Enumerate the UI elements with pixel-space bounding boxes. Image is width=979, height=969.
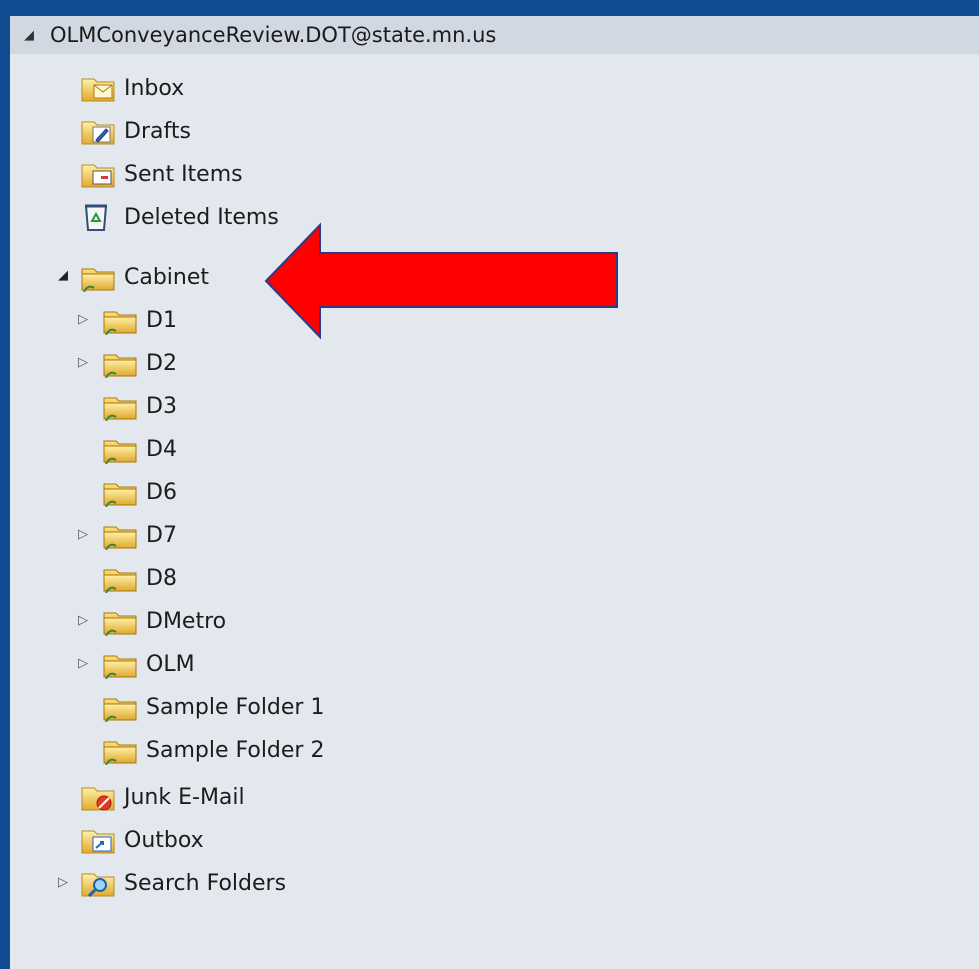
shared-folder-icon (103, 354, 137, 378)
shared-folder-icon (81, 268, 115, 292)
expand-triangle-icon[interactable]: ▷ (76, 355, 90, 370)
outbox-icon (81, 830, 115, 854)
shared-folder-icon (103, 698, 137, 722)
expand-triangle-icon[interactable]: ▷ (76, 656, 90, 671)
shared-folder-icon (103, 655, 137, 679)
inbox-icon (81, 78, 115, 102)
drafts-icon (81, 121, 115, 145)
folder-label: D4 (146, 436, 177, 462)
shared-folder-icon (103, 612, 137, 636)
folder-d6[interactable]: D6 (102, 474, 177, 510)
folder-search-folders[interactable]: Search Folders (80, 865, 286, 901)
folder-label: D2 (146, 350, 177, 376)
folder-cabinet[interactable]: Cabinet (80, 259, 209, 295)
folder-label: Sent Items (124, 161, 243, 187)
folder-pane: ◢ OLMConveyanceReview.DOT@state.mn.us In… (10, 16, 979, 969)
folder-dmetro[interactable]: DMetro (102, 603, 226, 639)
folder-label: D7 (146, 522, 177, 548)
folder-d2[interactable]: D2 (102, 345, 177, 381)
folder-sample-folder-1[interactable]: Sample Folder 1 (102, 689, 324, 725)
folder-label: Deleted Items (124, 204, 279, 230)
folder-sent-items[interactable]: Sent Items (80, 156, 243, 192)
folder-label: D1 (146, 307, 177, 333)
shared-folder-icon (103, 311, 137, 335)
shared-folder-icon (103, 440, 137, 464)
folder-d7[interactable]: D7 (102, 517, 177, 553)
folder-label: D8 (146, 565, 177, 591)
folder-deleted-items[interactable]: Deleted Items (80, 199, 279, 235)
account-name: OLMConveyanceReview.DOT@state.mn.us (50, 23, 497, 47)
search-folder-icon (81, 873, 115, 898)
folder-label: Drafts (124, 118, 191, 144)
folder-sample-folder-2[interactable]: Sample Folder 2 (102, 732, 324, 768)
expand-triangle-icon[interactable]: ◢ (56, 268, 70, 283)
folder-label: Sample Folder 2 (146, 737, 325, 763)
folder-label: Cabinet (124, 264, 210, 290)
shared-folder-icon (103, 741, 137, 765)
folder-junk-email[interactable]: Junk E-Mail (80, 779, 245, 815)
expand-triangle-icon[interactable]: ▷ (76, 312, 90, 327)
shared-folder-icon (103, 397, 137, 421)
folder-d4[interactable]: D4 (102, 431, 177, 467)
folder-label: Junk E-Mail (124, 784, 245, 810)
folder-label: Inbox (124, 75, 185, 101)
folder-d3[interactable]: D3 (102, 388, 177, 424)
shared-folder-icon (103, 526, 137, 550)
expand-triangle-icon[interactable]: ▷ (76, 613, 90, 628)
folder-d8[interactable]: D8 (102, 560, 177, 596)
folder-inbox[interactable]: Inbox (80, 70, 184, 106)
sent-items-icon (81, 164, 115, 188)
folder-label: DMetro (146, 608, 227, 634)
junk-folder-icon (81, 787, 115, 811)
recycle-bin-icon (84, 204, 108, 231)
expand-triangle-icon[interactable]: ▷ (76, 527, 90, 542)
folder-d1[interactable]: D1 (102, 302, 177, 338)
folder-label: Search Folders (124, 870, 287, 896)
folder-outbox[interactable]: Outbox (80, 822, 204, 858)
account-header[interactable]: ◢ OLMConveyanceReview.DOT@state.mn.us (10, 16, 979, 54)
annotation-arrow (264, 222, 618, 340)
folder-olm[interactable]: OLM (102, 646, 195, 682)
folder-label: D3 (146, 393, 177, 419)
collapse-triangle-icon[interactable]: ◢ (24, 28, 42, 43)
folder-drafts[interactable]: Drafts (80, 113, 191, 149)
shared-folder-icon (103, 569, 137, 593)
folder-label: D6 (146, 479, 177, 505)
expand-triangle-icon[interactable]: ▷ (56, 875, 70, 890)
folder-label: Outbox (124, 827, 204, 853)
folder-label: Sample Folder 1 (146, 694, 325, 720)
shared-folder-icon (103, 483, 137, 507)
folder-label: OLM (146, 651, 195, 677)
